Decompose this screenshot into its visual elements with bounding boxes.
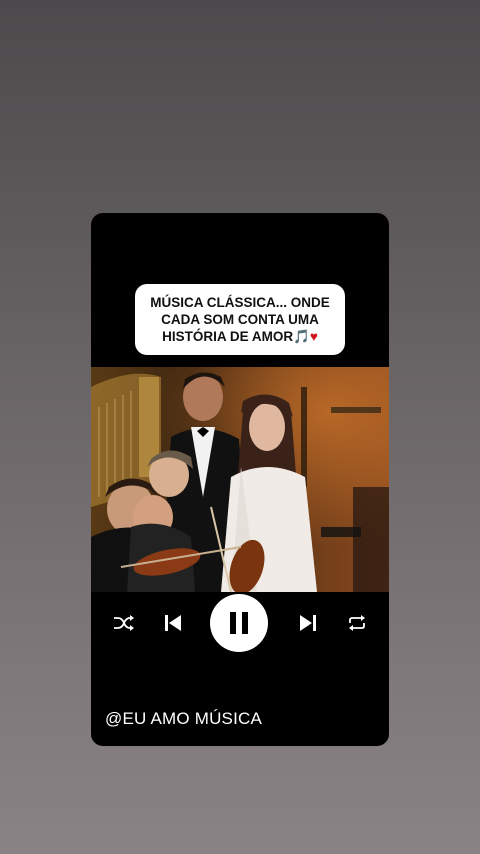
account-handle: @EU AMO MÚSICA	[105, 709, 263, 728]
pause-icon	[230, 612, 248, 634]
caption-line-3: HISTÓRIA DE AMOR🎵♥	[150, 328, 330, 345]
previous-button[interactable]	[159, 609, 187, 637]
repeat-icon	[349, 615, 365, 631]
heart-emoji: ♥	[309, 329, 318, 344]
repeat-button[interactable]	[344, 610, 370, 636]
previous-icon	[165, 615, 181, 631]
caption-line-2: CADA SOM CONTA UMA	[161, 312, 319, 327]
music-note-emoji: 🎵	[293, 329, 310, 344]
caption-line-1: MÚSICA CLÁSSICA... ONDE	[150, 295, 330, 310]
concert-video-frame[interactable]	[91, 367, 389, 592]
caption-bubble: MÚSICA CLÁSSICA... ONDE CADA SOM CONTA U…	[135, 284, 345, 355]
next-icon	[300, 615, 316, 631]
caption-text: MÚSICA CLÁSSICA... ONDE CADA SOM CONTA U…	[144, 294, 336, 345]
player-controls	[91, 594, 389, 652]
music-post-card: MÚSICA CLÁSSICA... ONDE CADA SOM CONTA U…	[91, 213, 389, 746]
caption-line-3-text: HISTÓRIA DE AMOR	[162, 329, 294, 344]
shuffle-button[interactable]	[111, 610, 137, 636]
shuffle-icon	[114, 615, 134, 631]
next-button[interactable]	[294, 609, 322, 637]
concert-scene-image	[91, 367, 389, 592]
pause-button[interactable]	[210, 594, 268, 652]
